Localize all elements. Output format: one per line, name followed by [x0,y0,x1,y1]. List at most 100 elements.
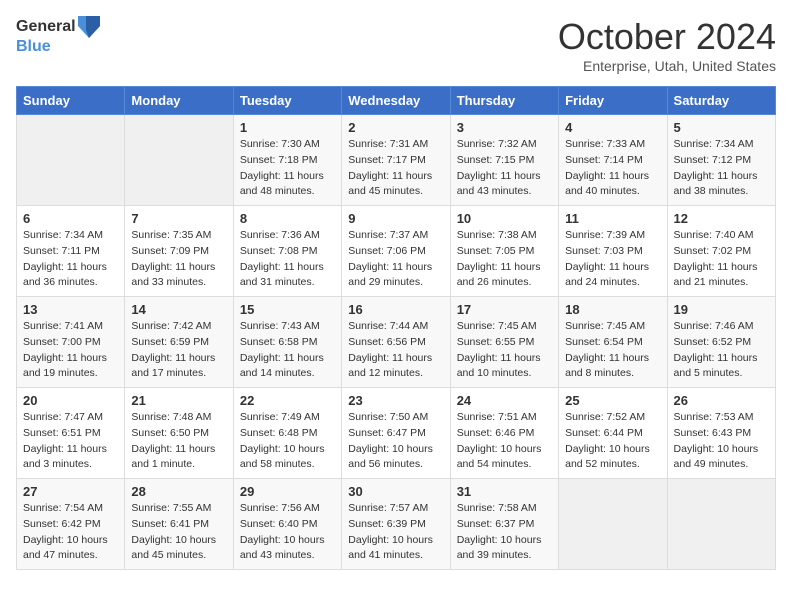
calendar-cell: 8 Sunrise: 7:36 AMSunset: 7:08 PMDaylight… [233,206,341,297]
calendar-cell: 19Sunrise: 7:46 AMSunset: 6:52 PMDayligh… [667,297,775,388]
calendar-cell: 26 Sunrise: 7:53 AMSunset: 6:43 PMDayligh… [667,388,775,479]
day-number: 29 [240,484,335,499]
day-number: 30 [348,484,443,499]
day-number: 9 [348,211,443,226]
logo-icon [78,16,100,38]
day-number: 3 [457,120,552,135]
logo: General Blue [16,16,100,56]
day-number: 11 [565,211,660,226]
day-info: Sunrise: 7:38 AMSunset: 7:05 PMDaylight:… [457,228,552,291]
calendar-cell: 12 Sunrise: 7:40 AMSunset: 7:02 PMDayligh… [667,206,775,297]
day-number: 16 [348,302,443,317]
day-info: Sunrise: 7:36 AMSunset: 7:08 PMDaylight:… [240,228,335,291]
calendar-week-row: 20 Sunrise: 7:47 AMSunset: 6:51 PMDayligh… [17,388,776,479]
day-info: Sunrise: 7:57 AMSunset: 6:39 PMDaylight:… [348,501,443,564]
calendar-cell: 17 Sunrise: 7:45 AMSunset: 6:55 PMDayligh… [450,297,558,388]
calendar-cell [125,115,233,206]
day-number: 23 [348,393,443,408]
day-number: 6 [23,211,118,226]
day-number: 27 [23,484,118,499]
day-info: Sunrise: 7:35 AMSunset: 7:09 PMDaylight:… [131,228,226,291]
day-info: Sunrise: 7:42 AMSunset: 6:59 PMDaylight:… [131,319,226,382]
calendar-cell: 3 Sunrise: 7:32 AMSunset: 7:15 PMDaylight… [450,115,558,206]
day-number: 1 [240,120,335,135]
calendar-cell: 25Sunrise: 7:52 AMSunset: 6:44 PMDayligh… [559,388,667,479]
day-info: Sunrise: 7:31 AMSunset: 7:17 PMDaylight:… [348,137,443,200]
day-info: Sunrise: 7:30 AMSunset: 7:18 PMDaylight:… [240,137,335,200]
weekday-header-tuesday: Tuesday [233,87,341,115]
day-info: Sunrise: 7:53 AMSunset: 6:43 PMDaylight:… [674,410,769,473]
title-block: October 2024 Enterprise, Utah, United St… [558,16,776,74]
calendar-cell: 5 Sunrise: 7:34 AMSunset: 7:12 PMDaylight… [667,115,775,206]
day-info: Sunrise: 7:44 AMSunset: 6:56 PMDaylight:… [348,319,443,382]
day-info: Sunrise: 7:58 AMSunset: 6:37 PMDaylight:… [457,501,552,564]
calendar-cell: 23 Sunrise: 7:50 AMSunset: 6:47 PMDayligh… [342,388,450,479]
weekday-header-row: SundayMondayTuesdayWednesdayThursdayFrid… [17,87,776,115]
calendar-cell: 18 Sunrise: 7:45 AMSunset: 6:54 PMDayligh… [559,297,667,388]
month-title: October 2024 [558,16,776,58]
day-number: 4 [565,120,660,135]
calendar-week-row: 6 Sunrise: 7:34 AMSunset: 7:11 PMDaylight… [17,206,776,297]
weekday-header-wednesday: Wednesday [342,87,450,115]
day-info: Sunrise: 7:43 AMSunset: 6:58 PMDaylight:… [240,319,335,382]
weekday-header-monday: Monday [125,87,233,115]
day-number: 25 [565,393,660,408]
day-number: 31 [457,484,552,499]
day-number: 15 [240,302,335,317]
calendar-cell: 7Sunrise: 7:35 AMSunset: 7:09 PMDaylight… [125,206,233,297]
weekday-header-friday: Friday [559,87,667,115]
calendar-cell: 20 Sunrise: 7:47 AMSunset: 6:51 PMDayligh… [17,388,125,479]
day-info: Sunrise: 7:32 AMSunset: 7:15 PMDaylight:… [457,137,552,200]
day-number: 17 [457,302,552,317]
day-number: 10 [457,211,552,226]
day-number: 12 [674,211,769,226]
day-info: Sunrise: 7:48 AMSunset: 6:50 PMDaylight:… [131,410,226,473]
day-number: 2 [348,120,443,135]
calendar-cell: 27 Sunrise: 7:54 AMSunset: 6:42 PMDayligh… [17,479,125,570]
calendar-cell [667,479,775,570]
day-info: Sunrise: 7:45 AMSunset: 6:55 PMDaylight:… [457,319,552,382]
day-info: Sunrise: 7:47 AMSunset: 6:51 PMDaylight:… [23,410,118,473]
calendar-week-row: 27 Sunrise: 7:54 AMSunset: 6:42 PMDayligh… [17,479,776,570]
day-number: 22 [240,393,335,408]
day-number: 18 [565,302,660,317]
day-info: Sunrise: 7:50 AMSunset: 6:47 PMDaylight:… [348,410,443,473]
location-subtitle: Enterprise, Utah, United States [558,58,776,74]
day-number: 21 [131,393,226,408]
calendar-week-row: 1 Sunrise: 7:30 AMSunset: 7:18 PMDaylight… [17,115,776,206]
calendar-cell: 13 Sunrise: 7:41 AMSunset: 7:00 PMDayligh… [17,297,125,388]
day-info: Sunrise: 7:49 AMSunset: 6:48 PMDaylight:… [240,410,335,473]
day-number: 19 [674,302,769,317]
calendar-cell: 30 Sunrise: 7:57 AMSunset: 6:39 PMDayligh… [342,479,450,570]
day-info: Sunrise: 7:33 AMSunset: 7:14 PMDaylight:… [565,137,660,200]
day-info: Sunrise: 7:54 AMSunset: 6:42 PMDaylight:… [23,501,118,564]
calendar-cell: 4 Sunrise: 7:33 AMSunset: 7:14 PMDaylight… [559,115,667,206]
page-header: General Blue October 2024 Enterprise, Ut… [16,16,776,74]
day-info: Sunrise: 7:45 AMSunset: 6:54 PMDaylight:… [565,319,660,382]
calendar-cell: 24Sunrise: 7:51 AMSunset: 6:46 PMDayligh… [450,388,558,479]
day-info: Sunrise: 7:56 AMSunset: 6:40 PMDaylight:… [240,501,335,564]
day-info: Sunrise: 7:34 AMSunset: 7:12 PMDaylight:… [674,137,769,200]
calendar-cell: 29 Sunrise: 7:56 AMSunset: 6:40 PMDayligh… [233,479,341,570]
logo-blue-text: Blue [16,38,51,55]
day-number: 5 [674,120,769,135]
day-number: 20 [23,393,118,408]
calendar-cell: 16 Sunrise: 7:44 AMSunset: 6:56 PMDayligh… [342,297,450,388]
calendar-table: SundayMondayTuesdayWednesdayThursdayFrid… [16,86,776,570]
calendar-cell [559,479,667,570]
day-info: Sunrise: 7:37 AMSunset: 7:06 PMDaylight:… [348,228,443,291]
day-info: Sunrise: 7:41 AMSunset: 7:00 PMDaylight:… [23,319,118,382]
weekday-header-sunday: Sunday [17,87,125,115]
day-number: 28 [131,484,226,499]
day-number: 26 [674,393,769,408]
calendar-cell: 9 Sunrise: 7:37 AMSunset: 7:06 PMDaylight… [342,206,450,297]
weekday-header-saturday: Saturday [667,87,775,115]
day-number: 13 [23,302,118,317]
day-info: Sunrise: 7:40 AMSunset: 7:02 PMDaylight:… [674,228,769,291]
calendar-cell: 10 Sunrise: 7:38 AMSunset: 7:05 PMDayligh… [450,206,558,297]
day-info: Sunrise: 7:34 AMSunset: 7:11 PMDaylight:… [23,228,118,291]
day-number: 8 [240,211,335,226]
weekday-header-thursday: Thursday [450,87,558,115]
day-info: Sunrise: 7:55 AMSunset: 6:41 PMDaylight:… [131,501,226,564]
calendar-cell: 31 Sunrise: 7:58 AMSunset: 6:37 PMDayligh… [450,479,558,570]
